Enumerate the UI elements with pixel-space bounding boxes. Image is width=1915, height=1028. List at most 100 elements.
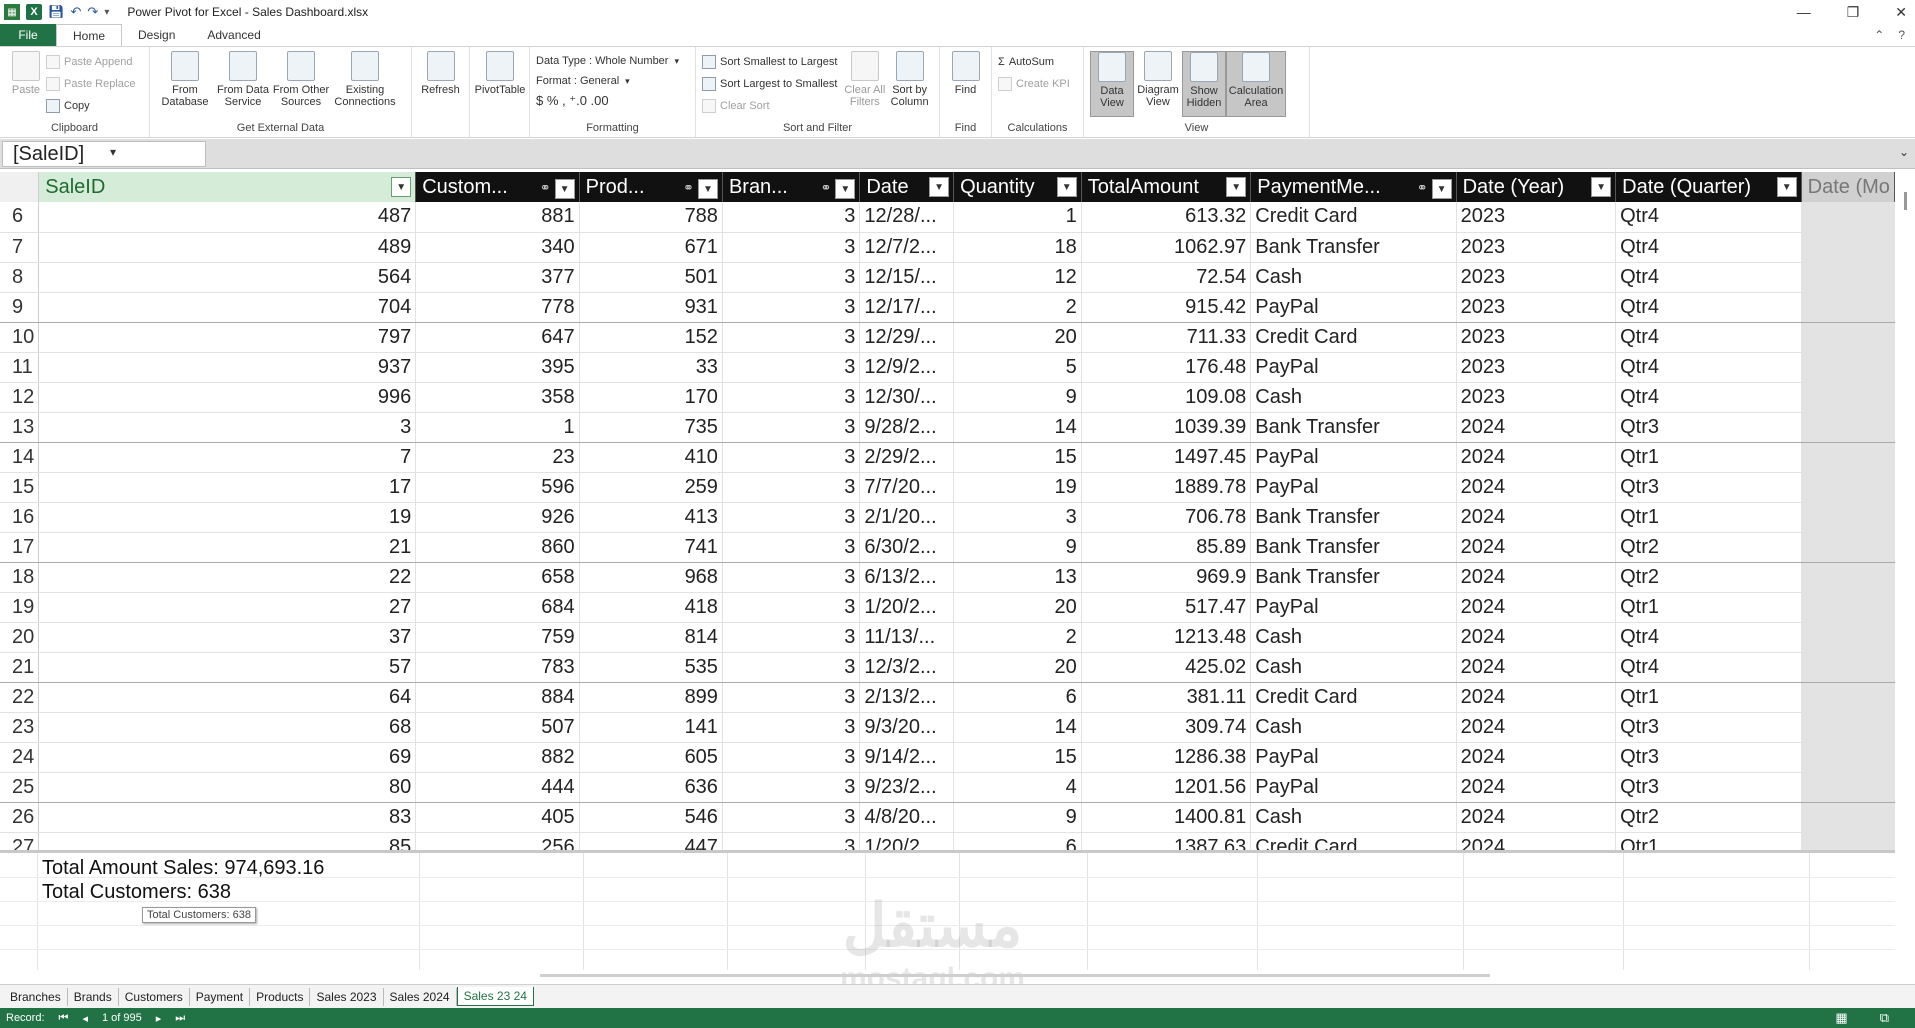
paste-replace-button[interactable]: Paste Replace [46,75,136,93]
column-header-saleid[interactable]: SaleID ▼ [38,172,417,202]
table-cell[interactable]: 72.54 [1081,262,1252,293]
row-number[interactable]: 22 [0,682,40,713]
table-cell[interactable]: 3 [722,532,861,563]
table-cell[interactable]: 684 [415,592,580,623]
table-cell[interactable]: 2023 [1456,262,1617,293]
table-cell[interactable]: Cash [1250,382,1457,413]
table-cell[interactable]: Cash [1250,622,1457,653]
table-cell[interactable]: Qtr4 [1615,292,1802,323]
table-cell[interactable] [1801,742,1895,773]
table-cell[interactable]: 6/13/2... [859,562,955,593]
table-cell[interactable]: 9 [953,382,1082,413]
diagram-view-small-icon[interactable]: ⧉ [1880,1010,1889,1026]
table-cell[interactable]: 7/7/20... [859,472,955,503]
table-cell[interactable]: 969.9 [1081,562,1252,593]
redo-icon[interactable]: ↷ [87,4,98,20]
paste-append-button[interactable]: Paste Append [46,53,136,71]
table-cell[interactable]: Qtr4 [1615,352,1802,383]
table-cell[interactable]: 80 [38,772,417,803]
table-cell[interactable]: 256 [415,832,580,850]
data-type-dropdown[interactable]: Data Type : Whole Number ▾ [536,51,689,71]
row-number[interactable]: 10 [0,322,40,353]
table-cell[interactable]: Qtr4 [1615,382,1802,413]
table-cell[interactable]: 15 [953,742,1082,773]
column-header-totalamount[interactable]: TotalAmount ▼ [1081,172,1252,202]
table-cell[interactable]: 797 [38,322,417,353]
table-cell[interactable] [1801,652,1895,683]
table-cell[interactable]: 3 [722,352,861,383]
filter-dropdown-icon[interactable]: ▼ [554,179,575,200]
row-number[interactable]: 23 [0,712,40,743]
sheet-tab[interactable]: Sales 2024 [384,987,457,1006]
row-number[interactable]: 27 [0,832,40,850]
column-header-date-month[interactable]: Date (Mo [1801,172,1895,202]
table-cell[interactable] [1801,832,1895,850]
table-cell[interactable]: 6 [953,682,1082,713]
name-box-dropdown-icon[interactable]: ▾ [110,145,116,159]
row-number[interactable]: 14 [0,442,40,473]
table-cell[interactable]: 3 [722,322,861,353]
table-cell[interactable]: 12/3/2... [859,652,955,683]
table-cell[interactable]: 2024 [1456,772,1617,803]
table-cell[interactable]: 17 [38,472,417,503]
table-cell[interactable]: 9/23/2... [859,772,955,803]
table-cell[interactable]: 3 [722,682,861,713]
table-cell[interactable]: Cash [1250,802,1457,833]
sheet-tab[interactable]: Sales 2023 [310,987,384,1006]
table-cell[interactable]: 309.74 [1081,712,1252,743]
table-cell[interactable]: 340 [415,232,580,263]
table-cell[interactable] [1801,622,1895,653]
table-cell[interactable]: 1039.39 [1081,412,1252,443]
table-cell[interactable]: 2023 [1456,202,1617,233]
calculation-area-button[interactable]: Calculation Area [1226,51,1286,117]
table-cell[interactable]: Cash [1250,652,1457,683]
vertical-scrollbar[interactable] [1904,192,1907,210]
table-cell[interactable] [1801,262,1895,293]
table-cell[interactable]: 12/29/... [859,322,955,353]
table-cell[interactable]: Qtr1 [1615,502,1802,533]
table-cell[interactable]: 704 [38,292,417,323]
table-cell[interactable] [1801,322,1895,353]
table-cell[interactable]: 636 [579,772,723,803]
filter-dropdown-icon[interactable]: ▼ [1226,177,1247,197]
table-cell[interactable]: 3 [722,652,861,683]
table-cell[interactable]: 2023 [1456,382,1617,413]
table-cell[interactable]: 12/30/... [859,382,955,413]
table-cell[interactable]: 2023 [1456,232,1617,263]
row-number[interactable]: 13 [0,412,40,443]
grid-view-icon[interactable]: ▦ [1835,1010,1847,1026]
table-cell[interactable]: 3 [722,562,861,593]
horizontal-scrollbar[interactable] [540,974,1490,977]
table-cell[interactable]: 57 [38,652,417,683]
filter-dropdown-icon[interactable]: ▼ [1776,177,1797,197]
table-cell[interactable]: 4/8/20... [859,802,955,833]
table-cell[interactable]: 12 [953,262,1082,293]
measure-total-amount[interactable]: Total Amount Sales: 974,693.16 [42,857,324,880]
table-cell[interactable]: 613.32 [1081,202,1252,233]
table-cell[interactable]: 141 [579,712,723,743]
table-cell[interactable]: 1/20/2... [859,592,955,623]
table-cell[interactable]: 3 [722,712,861,743]
table-cell[interactable]: 14 [953,712,1082,743]
table-cell[interactable]: Qtr3 [1615,712,1802,743]
table-cell[interactable]: 33 [579,352,723,383]
prev-record-icon[interactable]: ◂ [82,1012,88,1025]
table-cell[interactable]: 3 [722,382,861,413]
table-cell[interactable]: 1286.38 [1081,742,1252,773]
table-cell[interactable]: 814 [579,622,723,653]
table-cell[interactable] [1801,472,1895,503]
table-cell[interactable]: PayPal [1250,292,1457,323]
table-cell[interactable]: 3 [722,232,861,263]
table-cell[interactable]: 11/13/... [859,622,955,653]
create-kpi-button[interactable]: Create KPI [998,75,1070,93]
table-cell[interactable]: 377 [415,262,580,293]
table-cell[interactable]: 2024 [1456,592,1617,623]
table-cell[interactable]: 1400.81 [1081,802,1252,833]
column-header-date[interactable]: Date ▼ [859,172,955,202]
table-cell[interactable]: Qtr2 [1615,802,1802,833]
table-cell[interactable]: 968 [579,562,723,593]
row-number[interactable]: 12 [0,382,40,413]
table-cell[interactable]: 596 [415,472,580,503]
table-cell[interactable]: 1387.63 [1081,832,1252,850]
table-cell[interactable]: 2/13/2... [859,682,955,713]
